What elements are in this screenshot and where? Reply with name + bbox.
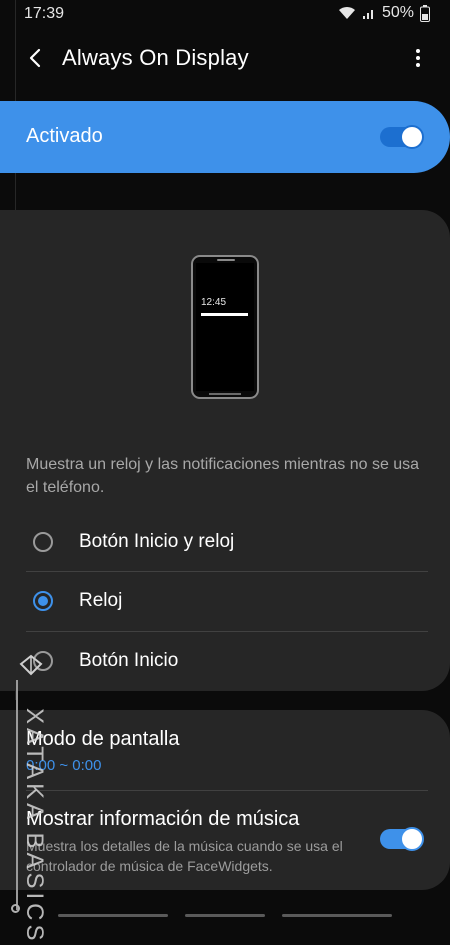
status-icons: 50% (338, 4, 430, 22)
wifi-icon (338, 6, 355, 19)
music-toggle-knob (400, 827, 424, 851)
option-home-button-and-clock[interactable]: Botón Inicio y reloj (0, 513, 450, 571)
nav-pill-left (58, 914, 168, 917)
music-info-description: Muestra los detalles de la música cuando… (26, 838, 343, 874)
style-description: Muestra un reloj y las notificaciones mi… (26, 456, 420, 496)
phone-preview: 12:45 (191, 255, 259, 399)
option-label: Reloj (79, 590, 123, 611)
settings-card: Modo de pantalla 0:00 ~ 0:00 Mostrar inf… (0, 710, 450, 890)
watermark-dot (11, 904, 20, 913)
watermark: XATAKA BASICS (10, 650, 48, 945)
page-title: Always On Display (62, 45, 249, 70)
option-clock[interactable]: Reloj (0, 572, 450, 630)
phone-bottom-line (209, 393, 241, 395)
phone-screen: 12:45 (196, 263, 254, 391)
master-toggle[interactable] (380, 125, 424, 149)
phone-speaker (217, 259, 235, 261)
master-toggle-knob (400, 125, 424, 149)
music-info-title: Mostrar información de música (26, 808, 300, 830)
nav-pill-center (185, 914, 265, 917)
app-bar: Always On Display (0, 28, 450, 90)
status-bar: 17:39 50% (0, 0, 450, 28)
watermark-text: XATAKA BASICS (21, 708, 48, 945)
music-info-row[interactable]: Mostrar información de música Muestra lo… (0, 791, 450, 890)
option-home-button[interactable]: Botón Inicio (0, 632, 450, 690)
option-label: Botón Inicio y reloj (79, 531, 235, 552)
radio-home-button-and-clock[interactable] (33, 532, 53, 552)
display-mode-title: Modo de pantalla (26, 728, 180, 750)
master-switch-label: Activado (26, 125, 103, 147)
preview-clock: 12:45 (201, 297, 227, 308)
preview-notification-bar (201, 313, 248, 316)
battery-icon (420, 4, 430, 22)
watermark-logo-icon (19, 654, 43, 676)
music-info-toggle[interactable] (380, 827, 424, 851)
watermark-line (16, 680, 18, 910)
option-label: Botón Inicio (79, 650, 179, 671)
battery-percent: 50% (381, 4, 414, 21)
back-arrow-icon[interactable] (22, 44, 50, 72)
navigation-bar (0, 902, 450, 925)
radio-clock[interactable] (33, 591, 53, 611)
master-switch-bar[interactable]: Activado (0, 101, 450, 173)
display-mode-row[interactable]: Modo de pantalla 0:00 ~ 0:00 (0, 710, 450, 790)
style-card: 12:45 Muestra un reloj y las notificacio… (0, 210, 450, 691)
nav-pill-right (282, 914, 392, 917)
signal-icon (362, 10, 373, 19)
more-options-icon[interactable] (410, 44, 426, 72)
status-time: 17:39 (24, 5, 65, 22)
